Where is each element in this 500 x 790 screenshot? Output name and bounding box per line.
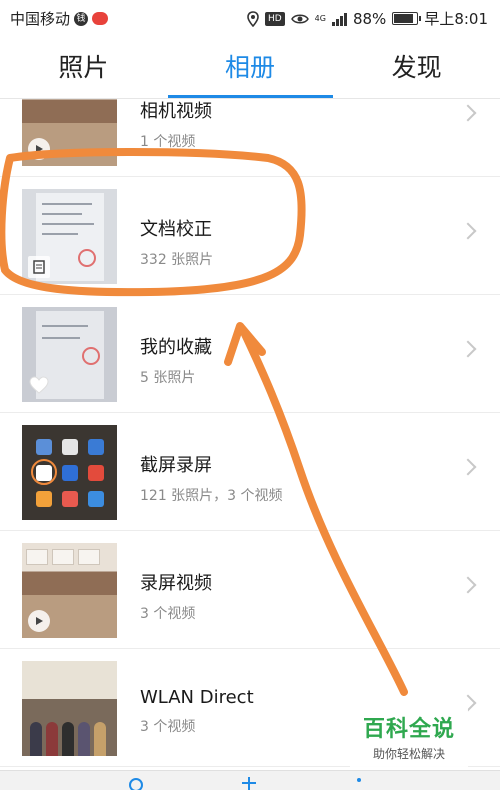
album-count: 5 张照片 [140, 370, 196, 386]
album-thumbnail [22, 189, 117, 284]
album-name: 录屏视频 [140, 573, 212, 594]
watermark-subtitle: 助你轻松解决 [372, 747, 445, 761]
tab-bar: 照片 相册 发现 [0, 34, 500, 98]
battery-percent: 88% [352, 9, 387, 28]
carrier-badge-icon: 钱 [74, 11, 89, 26]
search-icon[interactable] [128, 777, 146, 790]
album-thumbnail [22, 99, 117, 166]
album-count: 1 个视频 [140, 134, 196, 150]
play-icon [28, 138, 50, 160]
album-thumbnail [22, 425, 117, 520]
signal-icon [331, 12, 347, 26]
watermark-title: 百科全说 [362, 717, 455, 742]
tab-albums[interactable]: 相册 [167, 34, 334, 98]
add-icon[interactable] [240, 777, 258, 790]
status-bar: 中国移动 钱 HD 4G 88% 早上8:01 [0, 0, 500, 34]
album-name: 截屏录屏 [140, 455, 212, 476]
album-count: 3 个视频 [140, 719, 196, 735]
album-name: 相机视频 [140, 101, 212, 122]
album-thumbnail [22, 307, 117, 402]
chevron-right-icon [459, 340, 477, 358]
album-row[interactable]: 相机视频 1 个视频 [0, 99, 500, 177]
network-type: 4G [314, 13, 326, 23]
album-row[interactable]: 截屏录屏 121 张照片，3 个视频 [0, 413, 500, 531]
album-count: 3 个视频 [140, 606, 196, 622]
album-name: 文档校正 [140, 219, 212, 240]
carrier-name: 中国移动 [10, 10, 71, 28]
location-icon [247, 10, 259, 27]
document-icon [28, 256, 50, 278]
album-thumbnail [22, 661, 117, 756]
weibo-icon [92, 12, 109, 25]
album-row[interactable]: 录屏视频 3 个视频 [0, 531, 500, 649]
eye-icon [290, 14, 309, 23]
battery-icon [392, 12, 422, 25]
album-thumbnail [22, 543, 117, 638]
album-count: 121 张照片，3 个视频 [140, 488, 283, 504]
chevron-right-icon [459, 458, 477, 476]
clock: 早上8:01 [424, 10, 488, 28]
album-row[interactable]: 我的收藏 5 张照片 [0, 295, 500, 413]
album-row[interactable]: 文档校正 332 张照片 [0, 177, 500, 295]
chevron-right-icon [459, 222, 477, 240]
more-icon[interactable] [356, 777, 362, 790]
album-name: 我的收藏 [140, 337, 212, 358]
album-list: 相机视频 1 个视频 文档校正 332 张照片 我的收藏 5 张照片 截屏录屏 … [0, 99, 500, 790]
chevron-right-icon [459, 576, 477, 594]
tab-photos[interactable]: 照片 [0, 34, 167, 98]
album-name: WLAN Direct [140, 687, 254, 708]
bottom-toolbar [0, 770, 500, 790]
tab-discover[interactable]: 发现 [333, 34, 500, 98]
hd-icon: HD [264, 11, 285, 26]
album-count: 332 张照片 [140, 252, 214, 268]
watermark-logo: 百科全说 助你轻松解决 [350, 705, 468, 767]
play-icon [28, 610, 50, 632]
chevron-right-icon [459, 104, 477, 122]
heart-icon [28, 374, 50, 396]
